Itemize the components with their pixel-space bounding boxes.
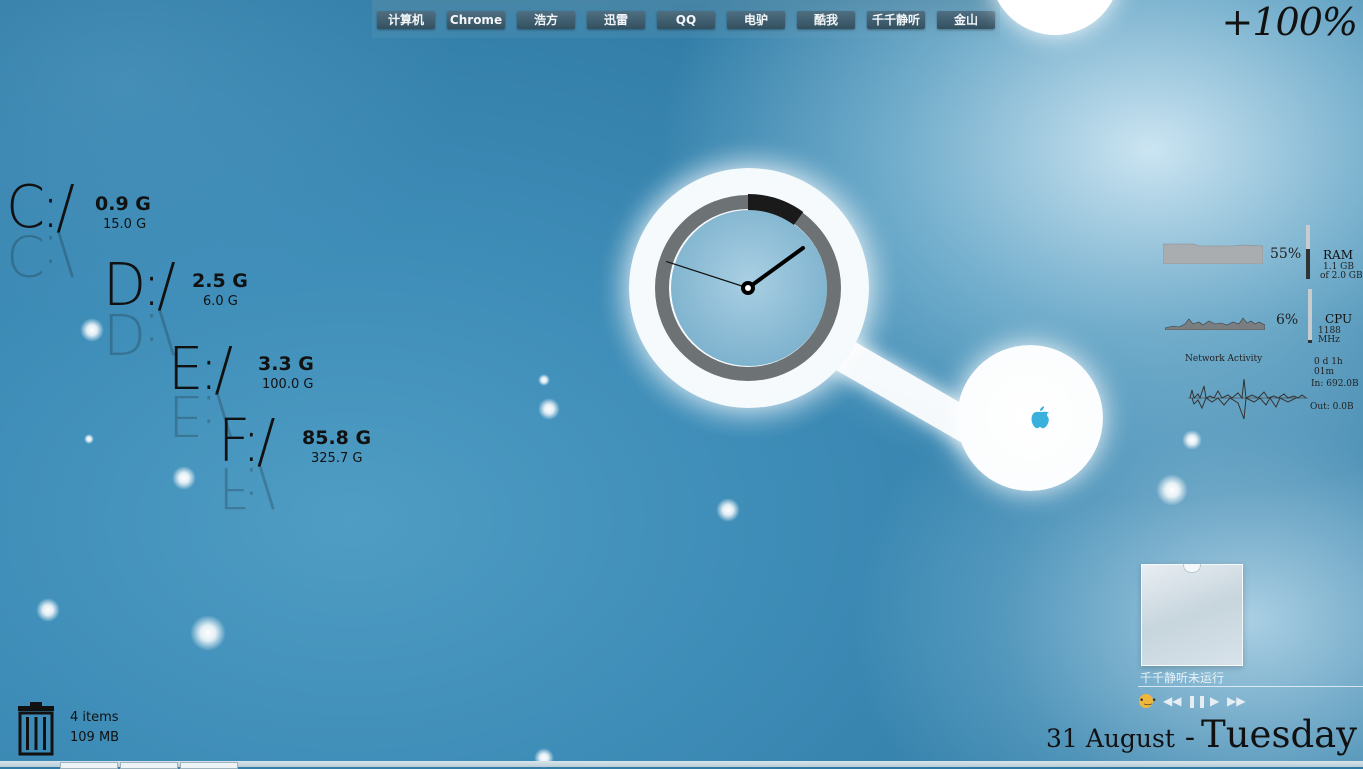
app-launcher-bar: 计算机 Chrome 浩方 迅雷 QQ 电驴 酷我 千千静听 金山 (372, 0, 1000, 38)
drive-total-space: 100.0 G (262, 377, 314, 392)
date-day-month: 31 August (1046, 724, 1175, 753)
album-art[interactable] (1141, 564, 1243, 666)
cpu-bar (1308, 289, 1312, 343)
launcher-chrome-button[interactable]: Chrome (447, 11, 505, 29)
date-weekday: Tuesday (1201, 713, 1358, 756)
cpu-bar-fill (1308, 339, 1312, 343)
drive-letter-reflection: C:/ (6, 222, 71, 287)
bokeh-light (1182, 430, 1202, 450)
ram-total: of 2.0 GB (1320, 271, 1363, 281)
drive-free-space: 2.5 G (192, 270, 248, 292)
launcher-haofang-button[interactable]: 浩方 (517, 11, 575, 29)
battery-level: +100% (1221, 0, 1358, 44)
network-in: In: 692.0B (1311, 379, 1359, 389)
trash-icon[interactable] (14, 702, 58, 756)
cpu-percent: 6% (1276, 312, 1299, 328)
pause-icon[interactable]: ❚❚ (1187, 694, 1207, 708)
cpu-graph (1165, 317, 1265, 330)
date-display: 31 August - Tuesday (1046, 713, 1357, 756)
fast-forward-icon[interactable]: ▶▶ (1227, 694, 1245, 708)
network-graph (1188, 378, 1308, 420)
launcher-xunlei-button[interactable]: 迅雷 (587, 11, 645, 29)
bokeh-light (172, 466, 196, 490)
clock-minute-hand (666, 260, 749, 289)
play-icon[interactable]: ▶ (1210, 694, 1219, 708)
cpu-frequency: 1188 MHz (1318, 326, 1341, 345)
uptime: 0 d 1h 01m (1314, 357, 1343, 377)
clock-hands (655, 194, 841, 381)
drive-total-space: 15.0 G (103, 217, 147, 232)
ram-bar-fill (1306, 249, 1310, 279)
recycle-bin-items: 4 items (70, 710, 119, 725)
clock-hour-hand (746, 246, 806, 290)
date-separator: - (1184, 720, 1196, 755)
drive-total-space: 6.0 G (203, 294, 238, 309)
drive-letter-reflection: F:/ (218, 454, 272, 519)
bokeh-light (36, 598, 60, 622)
taskbar-button[interactable] (180, 762, 238, 769)
bokeh-light (538, 398, 560, 420)
bokeh-light (80, 318, 104, 342)
bokeh-light (538, 374, 550, 386)
apple-icon (1031, 406, 1049, 429)
bokeh-light (1156, 474, 1188, 506)
network-out: Out: 0.0B (1310, 402, 1354, 412)
taskbar-button[interactable] (120, 762, 178, 769)
drive-free-space: 3.3 G (258, 353, 314, 375)
bokeh-light (716, 498, 740, 522)
drive-letter-reflection: D:/ (103, 300, 172, 365)
launcher-emule-button[interactable]: 电驴 (727, 11, 785, 29)
cpu-label: CPU (1325, 312, 1353, 326)
launcher-qq-button[interactable]: QQ (657, 11, 715, 29)
ram-percent: 55% (1270, 246, 1302, 262)
rewind-icon[interactable]: ◀◀ (1163, 694, 1181, 708)
launcher-computer-button[interactable]: 计算机 (377, 11, 435, 29)
player-status: 千千静听未运行 (1140, 671, 1225, 685)
player-divider (1138, 686, 1363, 687)
launcher-ttplayer-button[interactable]: 千千静听 (867, 11, 925, 29)
launcher-kingsoft-button[interactable]: 金山 (937, 11, 995, 29)
drive-total-space: 325.7 G (311, 451, 363, 466)
drive-free-space: 0.9 G (95, 193, 151, 215)
clock-seconds-arc (747, 194, 804, 226)
launcher-kuwo-button[interactable]: 酷我 (797, 11, 855, 29)
ram-label: RAM (1323, 248, 1353, 262)
ram-bar (1306, 225, 1310, 279)
smiley-icon[interactable]: •‿• (1139, 694, 1157, 708)
ram-graph (1163, 243, 1263, 264)
taskbar-button[interactable] (60, 762, 118, 769)
bokeh-light (190, 615, 226, 651)
bokeh-light (84, 434, 94, 444)
recycle-bin-size: 109 MB (70, 730, 120, 745)
drive-free-space: 85.8 G (302, 427, 372, 449)
network-activity-label: Network Activity (1185, 354, 1263, 364)
